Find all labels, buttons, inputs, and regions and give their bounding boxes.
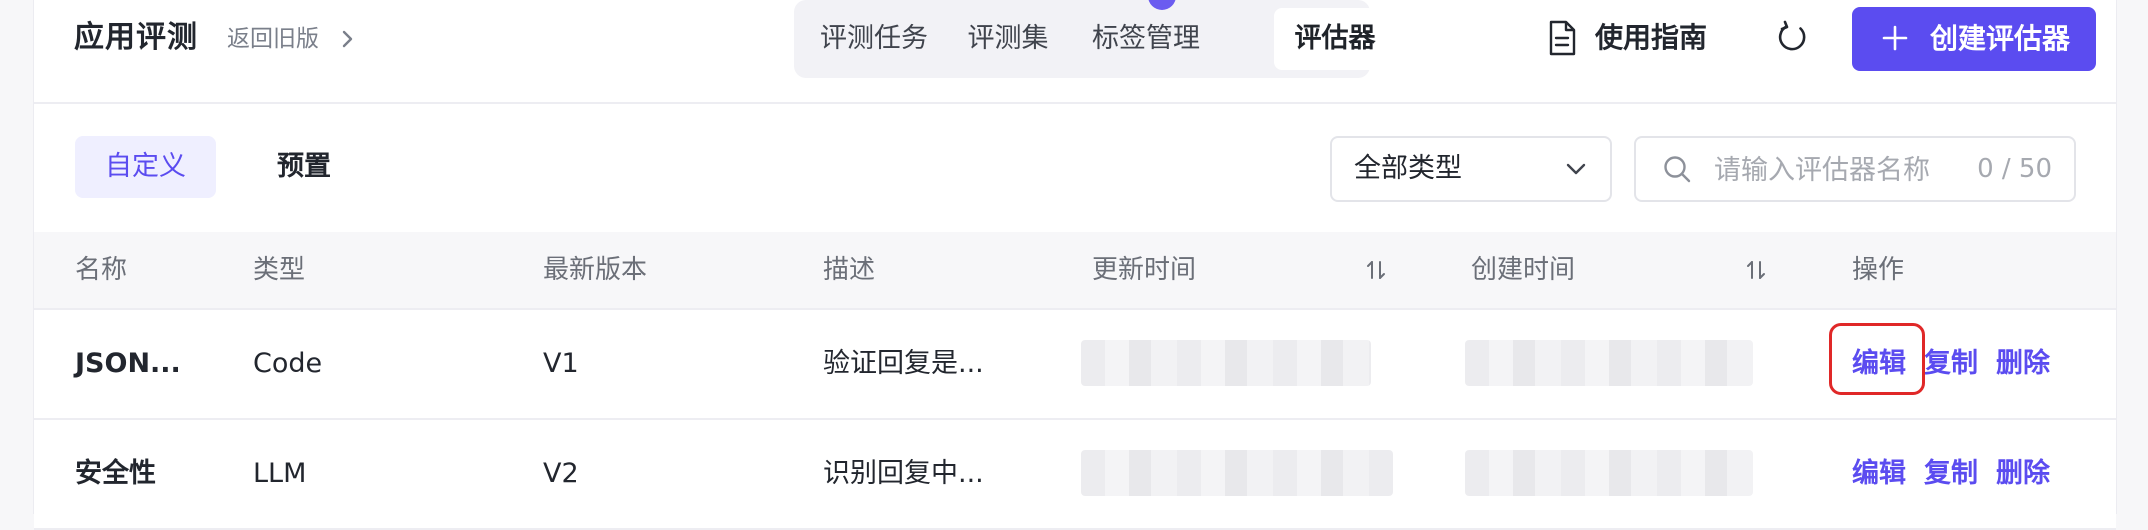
- column-latest-version: 最新版本: [543, 255, 648, 285]
- create-evaluator-label: 创建评估器: [1930, 22, 2071, 55]
- sort-icon[interactable]: [1744, 258, 1768, 282]
- tab-evaluation-tasks[interactable]: 评测任务: [802, 8, 946, 70]
- edit-button[interactable]: 编辑: [1852, 420, 1906, 528]
- redacted-updated-time: [1081, 450, 1393, 496]
- chevron-right-icon[interactable]: [334, 24, 362, 54]
- edit-button[interactable]: 编辑: [1852, 310, 1906, 418]
- evaluator-search-input[interactable]: [1712, 146, 1966, 194]
- chevron-down-icon: [1566, 163, 1586, 175]
- cell-description: 验证回复是...: [823, 348, 984, 379]
- cell-version: V2: [543, 458, 579, 489]
- tab-label-management[interactable]: 标签管理: [1070, 8, 1222, 70]
- type-filter-value: 全部类型: [1354, 153, 1462, 184]
- table-header: 名称 类型 最新版本 描述 更新时间 创建时间 操作: [34, 232, 2116, 310]
- evaluator-search-box: 0 / 50: [1634, 136, 2076, 202]
- delete-button[interactable]: 删除: [1996, 420, 2050, 528]
- column-name: 名称: [75, 255, 128, 285]
- column-created-time: 创建时间: [1471, 255, 1576, 285]
- column-updated-time: 更新时间: [1092, 255, 1197, 285]
- top-header: 应用评测 返回旧版 评测任务 评测集 标签管理 评估器 使用指南 创建评估器: [34, 0, 2116, 104]
- create-evaluator-button[interactable]: 创建评估器: [1852, 7, 2096, 71]
- segment-preset[interactable]: 预置: [247, 136, 361, 198]
- tab-evaluators[interactable]: 评估器: [1274, 8, 1396, 70]
- cell-name: 安全性: [75, 458, 156, 489]
- sort-icon[interactable]: [1364, 258, 1388, 282]
- delete-button[interactable]: 删除: [1996, 310, 2050, 418]
- app-title: 应用评测: [74, 20, 198, 55]
- cell-version: V1: [543, 348, 579, 379]
- cell-description: 识别回复中...: [823, 458, 984, 489]
- segment-custom[interactable]: 自定义: [75, 136, 216, 198]
- column-type: 类型: [253, 255, 306, 285]
- column-actions: 操作: [1852, 255, 1905, 285]
- copy-button[interactable]: 复制: [1924, 310, 1978, 418]
- search-icon: [1664, 156, 1691, 183]
- refresh-icon[interactable]: [1774, 20, 1810, 56]
- redacted-created-time: [1465, 450, 1753, 496]
- plus-icon: [1882, 25, 1908, 51]
- search-char-counter: 0 / 50: [1977, 154, 2052, 184]
- tab-evaluation-sets[interactable]: 评测集: [946, 8, 1070, 70]
- redacted-created-time: [1465, 340, 1753, 386]
- table-row[interactable]: JSON... Code V1 验证回复是... 编辑 复制 删除: [34, 310, 2116, 420]
- column-description: 描述: [823, 255, 876, 285]
- type-filter-select[interactable]: 全部类型: [1330, 136, 1612, 202]
- cell-type: Code: [253, 348, 323, 379]
- cell-name: JSON...: [75, 348, 181, 379]
- page-frame: 应用评测 返回旧版 评测任务 评测集 标签管理 评估器 使用指南 创建评估器 自…: [33, 0, 2117, 530]
- user-guide-label: 使用指南: [1595, 21, 1708, 54]
- back-to-old-version-link[interactable]: 返回旧版: [227, 22, 319, 56]
- main-tab-bar: 评测任务 评测集 标签管理 评估器: [794, 0, 1396, 78]
- document-icon: [1549, 20, 1576, 56]
- copy-button[interactable]: 复制: [1924, 420, 1978, 528]
- redacted-updated-time: [1081, 340, 1371, 386]
- cell-type: LLM: [253, 458, 307, 489]
